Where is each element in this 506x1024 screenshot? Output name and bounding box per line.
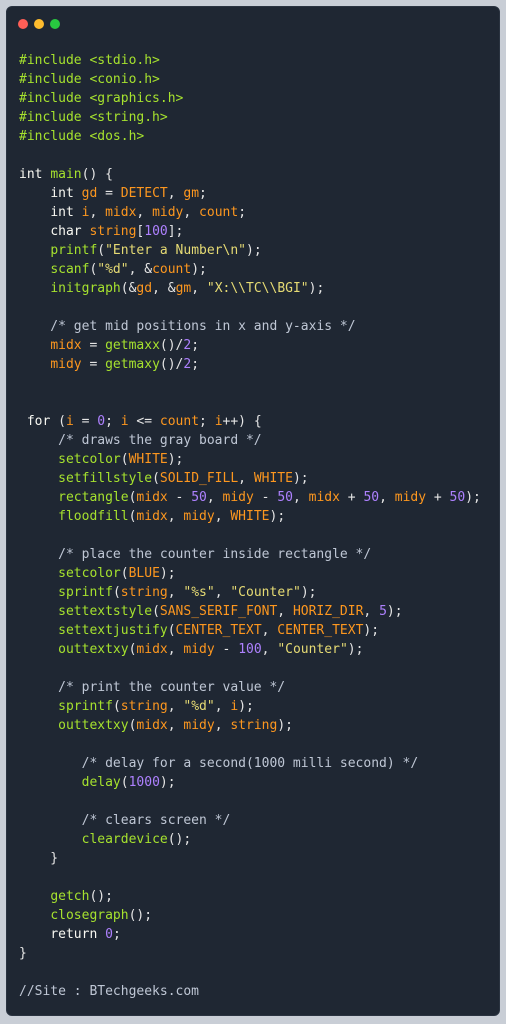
code-line: printf("Enter a Number\n"); xyxy=(50,243,262,258)
code-line: outtextxy(midx, midy, string); xyxy=(58,718,293,733)
code-line: /* get mid positions in x and y-axis */ xyxy=(19,319,356,334)
code-line: //Site : BTechgeeks.com xyxy=(19,984,200,999)
code-line: /* delay for a second(1000 milli second)… xyxy=(19,756,419,771)
code-line: settextstyle(SANS_SERIF_FONT, HORIZ_DIR,… xyxy=(58,604,403,619)
code-line: initgraph(&gd, &gm, "X:\\TC\\BGI"); xyxy=(50,281,325,296)
close-window-button[interactable] xyxy=(18,19,28,29)
code-line: getch(); xyxy=(50,889,113,904)
code-line: cleardevice(); xyxy=(81,832,192,847)
code-line: floodfill(midx, midy, WHITE); xyxy=(58,509,286,524)
code-line: #include <graphics.h> xyxy=(19,91,184,106)
code-line: closegraph(); xyxy=(50,908,153,923)
code-line: setcolor(WHITE); xyxy=(58,452,184,467)
code-line: #include <stdio.h> xyxy=(19,53,160,68)
code-line: midx = getmaxx()/2; xyxy=(50,338,200,353)
code-line: #include <string.h> xyxy=(19,110,168,125)
minimize-window-button[interactable] xyxy=(34,19,44,29)
code-line: settextjustify(CENTER_TEXT, CENTER_TEXT)… xyxy=(58,623,380,638)
code-line: int i, midx, midy, count; xyxy=(50,205,247,220)
code-line: setfillstyle(SOLID_FILL, WHITE); xyxy=(58,471,309,486)
code-line: /* print the counter value */ xyxy=(19,680,286,695)
code-line: /* draws the gray board */ xyxy=(19,433,262,448)
code-line: } xyxy=(19,946,27,961)
code-line: for (i = 0; i <= count; i++) { xyxy=(26,414,262,429)
code-line: int gd = DETECT, gm; xyxy=(50,186,207,201)
maximize-window-button[interactable] xyxy=(50,19,60,29)
code-line: delay(1000); xyxy=(81,775,176,790)
code-line: sprintf(string, "%s", "Counter"); xyxy=(58,585,317,600)
code-line: int main() { xyxy=(19,167,113,182)
code-line: char string[100]; xyxy=(50,224,184,239)
code-block: #include <stdio.h> #include <conio.h> #i… xyxy=(19,51,481,1001)
code-line: outtextxy(midx, midy - 100, "Counter"); xyxy=(58,642,364,657)
code-line: /* clears screen */ xyxy=(19,813,231,828)
window-controls xyxy=(18,19,60,29)
code-line: midy = getmaxy()/2; xyxy=(50,357,200,372)
code-line: rectangle(midx - 50, midy - 50, midx + 5… xyxy=(58,490,481,505)
code-line: sprintf(string, "%d", i); xyxy=(58,699,254,714)
code-window: #include <stdio.h> #include <conio.h> #i… xyxy=(6,6,500,1016)
code-line: setcolor(BLUE); xyxy=(58,566,176,581)
code-line: #include <dos.h> xyxy=(19,129,145,144)
code-line: /* place the counter inside rectangle */ xyxy=(19,547,372,562)
code-line: return 0; xyxy=(50,927,121,942)
code-line: } xyxy=(19,851,59,866)
code-line: scanf("%d", &count); xyxy=(50,262,207,277)
code-line: #include <conio.h> xyxy=(19,72,160,87)
